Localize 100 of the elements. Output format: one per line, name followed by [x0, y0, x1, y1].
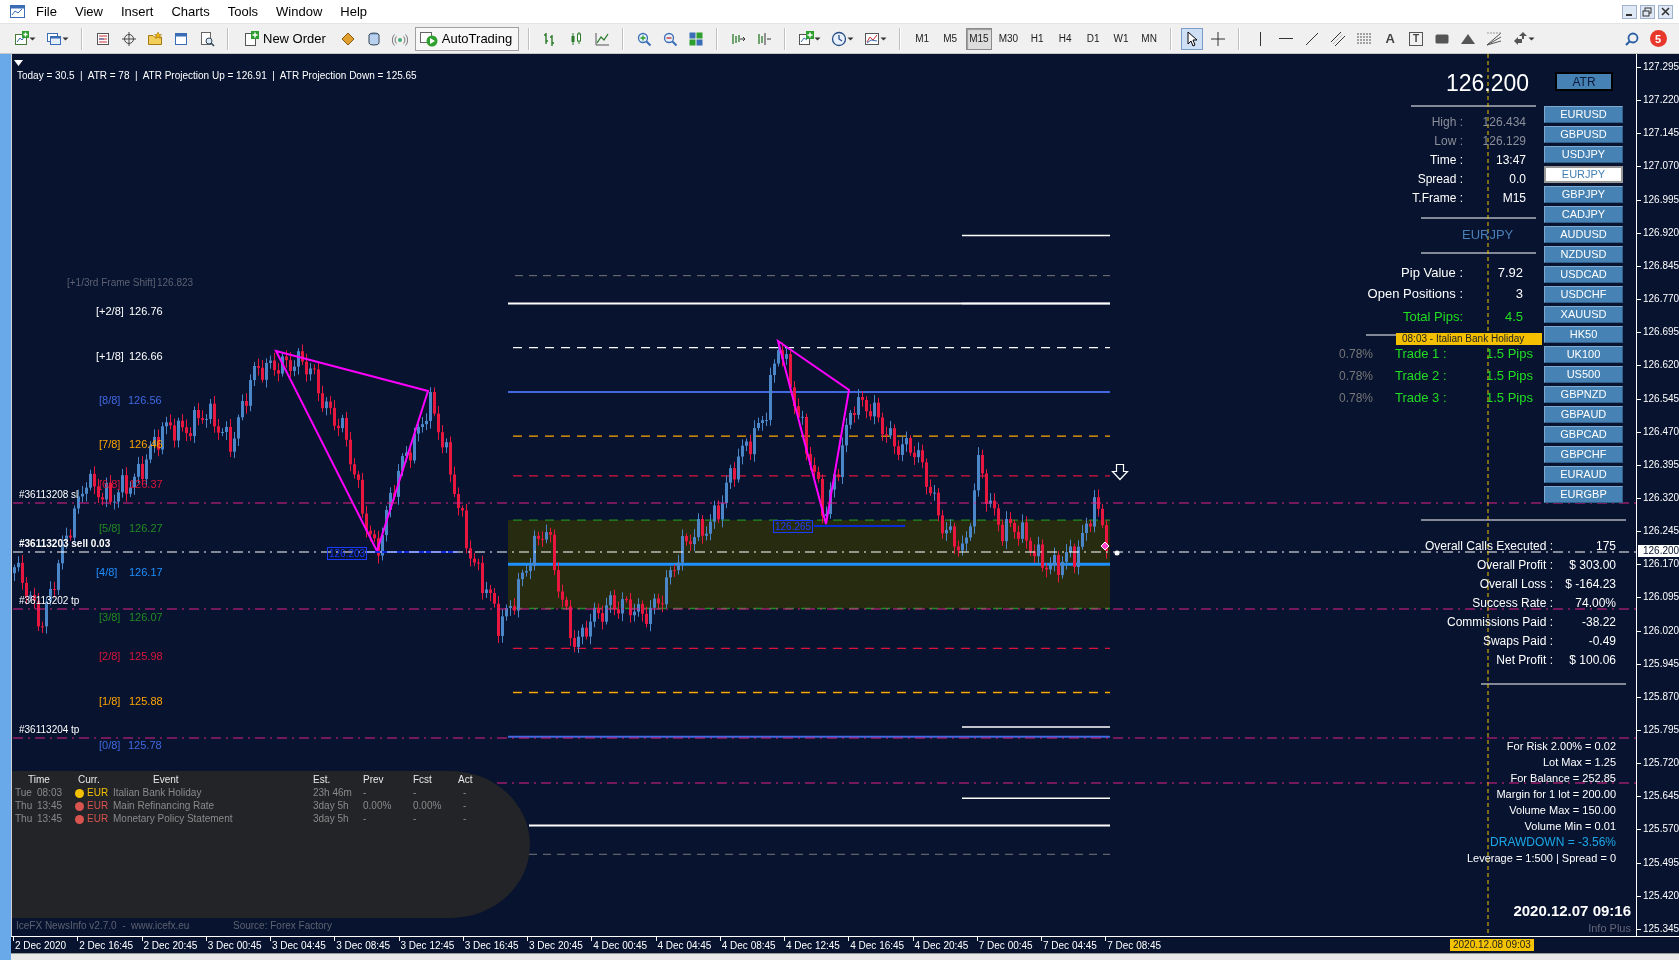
symbol-button[interactable]: GBPUSD	[1544, 126, 1623, 143]
symbol-button[interactable]: GBPNZD	[1544, 386, 1623, 403]
risk-info-text: Leverage = 1:500 | Spread = 0	[1465, 851, 1616, 865]
timeframe-button[interactable]: M30	[995, 27, 1022, 50]
notification-badge[interactable]: 5	[1649, 30, 1667, 47]
menu-item[interactable]: File	[26, 2, 65, 21]
symbol-button[interactable]: US500	[1544, 366, 1623, 383]
add-chart-icon[interactable]	[13, 30, 29, 47]
timeframe-button[interactable]: MN	[1137, 27, 1162, 50]
timeframe-button[interactable]: M5	[938, 27, 963, 50]
symbol-button[interactable]: EURUSD	[1544, 106, 1623, 123]
symbol-button[interactable]: EURJPY	[1544, 166, 1623, 183]
timeframe-button[interactable]: M15	[966, 27, 992, 50]
trade-pips: 1.5 Pips	[1486, 369, 1533, 383]
caret-icon[interactable]	[880, 36, 888, 41]
menu-item[interactable]: Help	[330, 2, 376, 21]
timeframe-button[interactable]: D1	[1081, 27, 1106, 50]
symbol-button[interactable]: EURGBP	[1544, 486, 1623, 503]
symbol-button[interactable]: GBPCAD	[1544, 426, 1623, 443]
level-label: [3/8]	[99, 609, 121, 624]
folder-icon[interactable]	[147, 30, 163, 47]
menu-item[interactable]: Insert	[110, 2, 162, 21]
symbol-button[interactable]: UK100	[1544, 346, 1623, 363]
timeframe-button[interactable]: M1	[910, 27, 935, 50]
timeframe-button[interactable]: H1	[1025, 27, 1050, 50]
new-order-button[interactable]: New Order	[238, 26, 333, 51]
zoom-out-icon[interactable]	[662, 30, 679, 47]
caret-icon[interactable]	[814, 36, 822, 41]
autotrading-button[interactable]: AutoTrading	[414, 26, 520, 51]
price-axis-label: 126.695	[1643, 326, 1679, 339]
level-label: [2/8]	[99, 649, 121, 664]
caret-icon[interactable]	[29, 36, 36, 41]
time-axis-label: 4 Dec 16:45	[850, 940, 905, 952]
app-icon[interactable]	[9, 3, 26, 20]
list-icon[interactable]	[95, 30, 111, 47]
restore-icon[interactable]	[1640, 4, 1655, 19]
news-event: Main Refinancing Rate	[113, 800, 215, 812]
text-tool[interactable]: A	[1379, 27, 1402, 50]
news-actual: -	[463, 800, 467, 812]
menu-item[interactable]: Window	[266, 2, 331, 21]
symbol-button[interactable]: GBPCHF	[1544, 446, 1623, 463]
time-axis-label: 7 Dec 00:45	[978, 940, 1033, 952]
timeframe-button[interactable]: H4	[1053, 27, 1078, 50]
database-icon[interactable]	[365, 30, 382, 47]
level-label: [1/8]	[99, 693, 121, 708]
arrows-icon	[1512, 30, 1529, 47]
clock-icon[interactable]	[831, 30, 848, 47]
timeframe-button[interactable]: W1	[1109, 27, 1134, 50]
order-label: #36113208 sl	[19, 488, 79, 502]
horizontal-line-icon	[1279, 37, 1294, 40]
symbol-name: EURJPY	[1462, 228, 1514, 242]
price-axis-label: 126.920	[1643, 226, 1679, 239]
price-axis-label: 125.720	[1643, 757, 1679, 770]
menu-item[interactable]: Charts	[161, 2, 218, 21]
news-source-text: Source: Forex Factory	[233, 919, 332, 933]
diamond-icon[interactable]	[339, 30, 356, 47]
grid-icon[interactable]	[688, 30, 705, 47]
menu-item[interactable]: Tools	[217, 2, 267, 21]
news-estimate: 3day 5h	[313, 800, 349, 812]
symbol-button[interactable]: USDCAD	[1544, 266, 1623, 283]
bars-shift-icon[interactable]	[756, 30, 773, 47]
level-value: 126.56	[128, 392, 162, 407]
time-axis-label: 3 Dec 04:45	[272, 940, 326, 952]
time-axis-label: 3 Dec 08:45	[336, 940, 391, 952]
zoom-in-icon[interactable]	[636, 30, 653, 47]
menu-item[interactable]: View	[64, 2, 111, 21]
crosshair-icon[interactable]	[121, 30, 137, 47]
news-actual: -	[463, 813, 467, 825]
minimize-icon[interactable]	[1622, 4, 1637, 19]
symbol-button[interactable]: GBPJPY	[1544, 186, 1623, 203]
document-search-icon[interactable]	[199, 30, 215, 47]
symbol-button[interactable]: GBPAUD	[1544, 406, 1623, 423]
line-chart-icon[interactable]	[594, 30, 611, 47]
symbol-button[interactable]: XAUUSD	[1544, 306, 1623, 323]
windows-icon[interactable]	[46, 30, 62, 47]
template-icon[interactable]	[864, 30, 881, 47]
symbol-button[interactable]: NZDUSD	[1544, 246, 1623, 263]
symbol-button[interactable]: AUDUSD	[1544, 226, 1623, 243]
text-label-tool[interactable]: T	[1405, 27, 1428, 50]
news-estimate: 3day 5h	[313, 813, 349, 825]
level-value: 126.66	[129, 348, 163, 363]
dropdown-icon[interactable]	[14, 60, 23, 66]
symbol-button[interactable]: USDCHF	[1544, 286, 1623, 303]
atr-button[interactable]: ATR	[1555, 72, 1613, 91]
cursor-tool[interactable]	[1181, 27, 1204, 50]
symbol-button[interactable]: CADJPY	[1544, 206, 1623, 223]
column-header: Time	[28, 774, 50, 786]
stat-label: Pip Value :	[1400, 265, 1463, 280]
symbol-button[interactable]: HK50	[1544, 326, 1623, 343]
caret-icon[interactable]	[847, 36, 855, 41]
search-icon[interactable]	[1624, 30, 1640, 47]
caret-icon[interactable]	[62, 36, 69, 41]
close-icon[interactable]	[1658, 4, 1673, 19]
window-icon[interactable]	[173, 30, 189, 47]
symbol-button[interactable]: USDJPY	[1544, 146, 1623, 163]
risk-info-text: For Risk 2.00% = 0.02	[1505, 739, 1616, 753]
price-axis-label: 126.170	[1643, 558, 1679, 571]
plus-chart-icon[interactable]	[798, 30, 815, 47]
stat-label: Open Positions :	[1366, 286, 1463, 301]
symbol-button[interactable]: EURAUD	[1544, 466, 1623, 483]
